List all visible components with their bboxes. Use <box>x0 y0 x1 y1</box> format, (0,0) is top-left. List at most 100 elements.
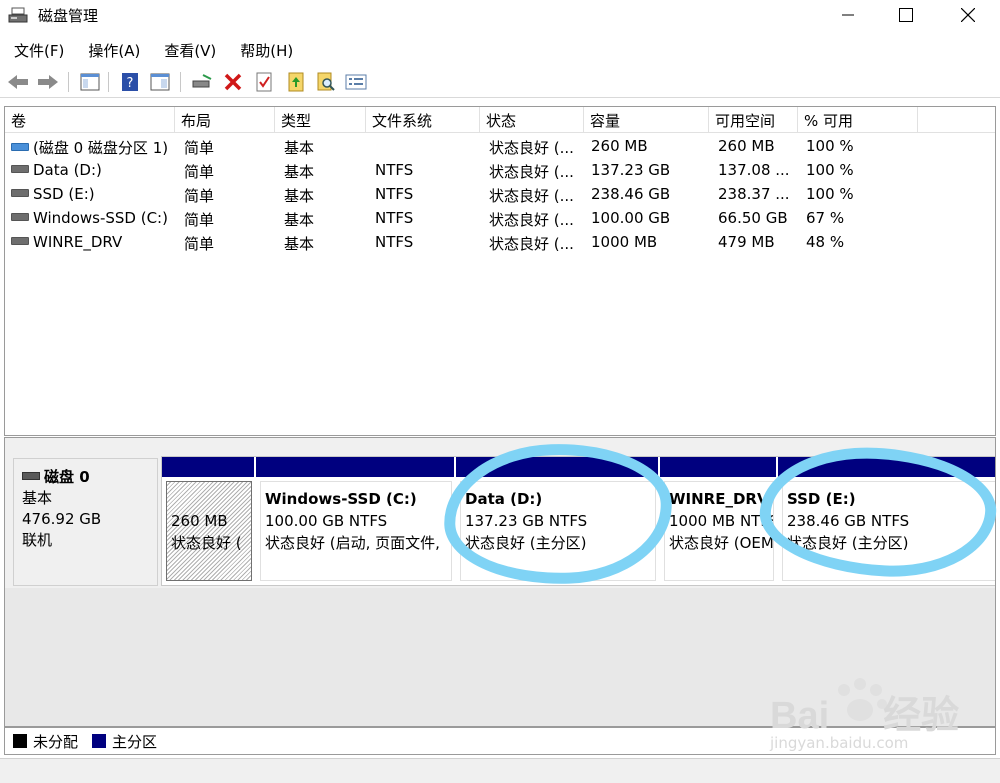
primary-partition-bar <box>778 457 995 477</box>
partition-name: WINRE_DRV <box>669 490 769 508</box>
status-cell: 状态良好 (... <box>489 211 574 229</box>
disk-row: 磁盘 0 基本 476.92 GB 联机 260 MB 状态良好 ( Windo… <box>5 448 995 586</box>
check-properties-button[interactable] <box>252 70 276 94</box>
title-bar: 磁盘管理 <box>0 0 1000 32</box>
status-cell: 状态良好 (... <box>489 139 574 157</box>
layout-cell: 简单 <box>184 139 215 157</box>
disk-connect-icon <box>192 74 212 88</box>
disk-info-panel[interactable]: 磁盘 0 基本 476.92 GB 联机 <box>13 458 158 586</box>
volume-row[interactable]: WINRE_DRV 简单 基本 NTFS 状态良好 (... 1000 MB 4… <box>5 230 995 254</box>
list-view-button[interactable] <box>344 70 368 94</box>
disk-size: 476.92 GB <box>22 510 102 528</box>
type-cell: 基本 <box>284 211 315 229</box>
watermark-brand: Bai 经验 <box>770 695 960 737</box>
volume-name-cell: Windows-SSD (C:) <box>5 206 175 230</box>
type-cell: 基本 <box>284 163 315 181</box>
open-folder-up-button[interactable] <box>284 70 308 94</box>
column-header-filesystem[interactable]: 文件系统 <box>366 107 480 133</box>
volume-name: (磁盘 0 磁盘分区 1) <box>33 139 169 157</box>
delete-button[interactable] <box>221 70 245 94</box>
show-hide-console-tree-button[interactable] <box>78 70 102 94</box>
column-header-layout[interactable]: 布局 <box>175 107 275 133</box>
legend-primary-partition: 主分区 <box>92 731 157 752</box>
status-bar <box>0 758 1000 783</box>
filesystem-cell: NTFS <box>375 233 414 251</box>
menu-action[interactable]: 操作(A) <box>74 38 150 62</box>
column-header-status[interactable]: 状态 <box>480 107 584 133</box>
partition-ssd-e[interactable]: SSD (E:) 238.46 GB NTFS 状态良好 (主分区) <box>778 457 995 585</box>
column-header-type[interactable]: 类型 <box>275 107 366 133</box>
toolbar-separator <box>108 72 109 92</box>
menu-file[interactable]: 文件(F) <box>0 38 74 62</box>
legend-label: 主分区 <box>112 732 158 751</box>
volume-row[interactable]: Data (D:) 简单 基本 NTFS 状态良好 (... 137.23 GB… <box>5 158 995 182</box>
free-space-cell: 479 MB <box>718 233 775 251</box>
menu-bar: 文件(F) 操作(A) 查看(V) 帮助(H) <box>0 38 303 62</box>
volume-icon <box>11 189 29 197</box>
capacity-cell: 260 MB <box>591 137 648 155</box>
partition-windows-ssd-c[interactable]: Windows-SSD (C:) 100.00 GB NTFS 状态良好 (启动… <box>256 457 456 585</box>
column-header-percent-free[interactable]: % 可用 <box>798 107 918 133</box>
console-tree-icon <box>80 73 100 91</box>
volume-name-cell: (磁盘 0 磁盘分区 1) <box>5 134 175 158</box>
partition-body: Data (D:) 137.23 GB NTFS 状态良好 (主分区) <box>460 481 656 581</box>
partition-status: 状态良好 ( <box>171 534 242 552</box>
column-header-capacity[interactable]: 容量 <box>584 107 709 133</box>
layout-cell: 简单 <box>184 163 215 181</box>
partition-data-d[interactable]: Data (D:) 137.23 GB NTFS 状态良好 (主分区) <box>456 457 660 585</box>
volume-name-cell: Data (D:) <box>5 158 175 182</box>
properties-view-button[interactable] <box>148 70 172 94</box>
status-cell: 状态良好 (... <box>489 163 574 181</box>
connect-disk-button[interactable] <box>190 70 214 94</box>
volume-row[interactable]: Windows-SSD (C:) 简单 基本 NTFS 状态良好 (... 10… <box>5 206 995 230</box>
baidu-watermark: Bai 经验 jingyan.baidu.com <box>760 676 960 756</box>
volume-list-header: 卷 布局 类型 文件系统 状态 容量 可用空间 % 可用 <box>5 107 995 133</box>
close-button[interactable] <box>940 0 996 30</box>
search-document-icon <box>317 72 335 91</box>
layout-cell: 简单 <box>184 235 215 253</box>
partition-status: 状态良好 (主分区) <box>787 534 909 552</box>
toolbar: ? <box>0 66 1000 98</box>
window-title: 磁盘管理 <box>38 7 99 25</box>
folder-up-icon <box>288 72 304 92</box>
disk-name: 磁盘 0 <box>44 468 90 486</box>
toolbar-separator <box>68 72 69 92</box>
capacity-cell: 238.46 GB <box>591 185 671 203</box>
volume-row[interactable]: (磁盘 0 磁盘分区 1) 简单 基本 状态良好 (... 260 MB 260… <box>5 134 995 158</box>
back-arrow-icon <box>8 75 28 89</box>
status-cell: 状态良好 (... <box>489 235 574 253</box>
volume-row[interactable]: SSD (E:) 简单 基本 NTFS 状态良好 (... 238.46 GB … <box>5 182 995 206</box>
free-space-cell: 137.08 ... <box>718 161 790 179</box>
type-cell: 基本 <box>284 139 315 157</box>
type-cell: 基本 <box>284 187 315 205</box>
partition-efi[interactable]: 260 MB 状态良好 ( <box>162 457 256 585</box>
legend-unallocated: 未分配 <box>13 731 78 752</box>
partition-name: SSD (E:) <box>787 490 856 508</box>
primary-partition-bar <box>162 457 256 477</box>
maximize-icon <box>899 8 913 22</box>
filesystem-cell: NTFS <box>375 209 414 227</box>
back-button[interactable] <box>6 70 30 94</box>
filesystem-cell: NTFS <box>375 185 414 203</box>
search-button[interactable] <box>314 70 338 94</box>
forward-arrow-icon <box>38 75 58 89</box>
checklist-icon <box>256 72 272 92</box>
maximize-button[interactable] <box>878 0 934 30</box>
minimize-button[interactable] <box>820 0 876 30</box>
menu-help[interactable]: 帮助(H) <box>226 38 303 62</box>
free-space-cell: 66.50 GB <box>718 209 788 227</box>
column-header-free-space[interactable]: 可用空间 <box>709 107 798 133</box>
layout-cell: 简单 <box>184 187 215 205</box>
partition-winre-drv[interactable]: WINRE_DRV 1000 MB NTFS 状态良好 (OEM <box>660 457 778 585</box>
delete-x-icon <box>224 73 242 91</box>
partition-body: 260 MB 状态良好 ( <box>166 481 252 581</box>
volume-name: Windows-SSD (C:) <box>33 209 168 227</box>
help-button[interactable]: ? <box>118 70 142 94</box>
volume-name-cell: WINRE_DRV <box>5 230 175 254</box>
partition-size: 238.46 GB NTFS <box>787 512 910 530</box>
partition-strip: 260 MB 状态良好 ( Windows-SSD (C:) 100.00 GB… <box>161 456 995 586</box>
menu-view[interactable]: 查看(V) <box>150 38 226 62</box>
forward-button[interactable] <box>36 70 60 94</box>
help-icon: ? <box>122 73 138 91</box>
column-header-volume[interactable]: 卷 <box>5 107 175 133</box>
